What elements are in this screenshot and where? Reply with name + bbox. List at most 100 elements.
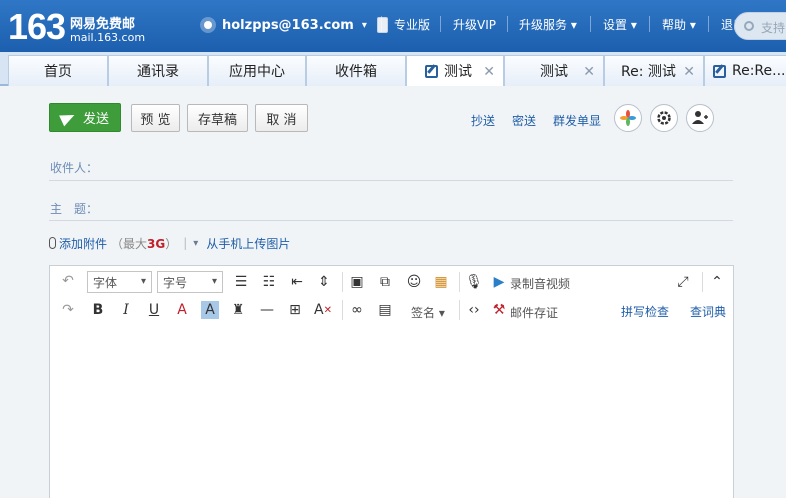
toolbar-divider [702,272,703,292]
cc-link[interactable]: 抄送 [471,112,495,129]
chevron-down-icon[interactable]: ▾ [362,20,367,31]
user-menu[interactable]: holzpps@163.com ▾ [200,15,388,35]
header-divider [507,16,508,32]
user-email[interactable]: holzpps@163.com [222,18,354,33]
gear-icon [657,111,671,125]
flower-icon [620,110,636,126]
cancel-button[interactable]: 取 消 [255,104,308,132]
tab-test[interactable]: 测试 ✕ [504,55,604,86]
close-icon[interactable]: ✕ [483,64,495,80]
settings-button[interactable] [650,104,678,132]
font-size-select[interactable]: 字号 ▾ [157,271,223,293]
logo-url: mail.163.com [70,31,146,44]
signature-dropdown[interactable]: 签名 ▾ [411,304,445,321]
tab-label: 测试 [444,64,472,80]
header-divider [381,16,382,32]
link-upgrade-vip[interactable]: 升级VIP [453,16,496,33]
search-input[interactable]: 支持 [734,12,786,40]
link-settings[interactable]: 设置 ▾ [603,16,637,33]
highlight-icon[interactable]: A [201,301,219,319]
logo-163[interactable]: 163 [8,6,66,48]
edit-icon [425,64,438,78]
bullet-list-icon[interactable]: ☷ [260,273,278,291]
font-family-select[interactable]: 字体 ▾ [87,271,152,293]
upload-from-phone-link[interactable]: 从手机上传图片 [206,235,290,252]
close-icon[interactable]: ✕ [583,64,595,80]
mobile-icon[interactable] [376,17,388,33]
link-upgrade-service[interactable]: 升级服务 ▾ [519,16,577,33]
search-placeholder: 支持 [761,21,786,35]
video-record-icon[interactable]: ▶ [490,273,508,291]
tab-contacts[interactable]: 通讯录 [108,55,208,86]
mail-editor[interactable]: ↶ 字体 ▾ 字号 ▾ ☰ ☷ ⇤ ⇕ ▣ ⧉ ☺ ▦ 🎙 ▶ 录制音视频 ⤢ … [49,265,734,498]
top-header: 163 网易免费邮 mail.163.com holzpps@163.com ▾… [0,0,786,52]
edit-icon [713,64,726,78]
attachment-max-close: ） [165,236,178,251]
redo-icon[interactable]: ↷ [59,301,77,319]
send-separately-link[interactable]: 群发单显 [553,112,601,129]
dictionary-link[interactable]: 查词典 [690,303,726,320]
search-icon [744,21,754,31]
save-draft-button[interactable]: 存草稿 [187,104,248,132]
theme-button[interactable] [614,104,642,132]
tab-inbox[interactable]: 收件箱 [306,55,406,86]
line-height-icon[interactable]: ⇕ [315,273,333,291]
gavel-icon[interactable]: ⚒ [490,301,508,319]
collapse-toolbar-icon[interactable]: ⌃ [708,273,726,291]
attachment-max-value: 3G [147,236,166,251]
tab-label: Re: 测试 [621,64,676,80]
bold-icon[interactable]: B [89,301,107,319]
source-code-icon[interactable]: ‹› [465,301,483,319]
send-label: 发送 [82,112,109,127]
undo-icon[interactable]: ↶ [59,272,77,290]
link-help[interactable]: 帮助 ▾ [662,16,696,33]
template-icon[interactable]: ▦ [432,273,450,291]
add-user-icon [692,111,708,124]
paper-plane-icon [59,109,77,126]
user-icon [200,17,216,33]
calendar-icon[interactable]: ▤ [376,301,394,319]
chevron-down-icon: ▾ [211,276,217,287]
emoji-icon[interactable]: ☺ [405,273,423,291]
link-icon[interactable]: ∞ [348,301,366,319]
link-pro-version[interactable]: 专业版 [394,16,430,33]
tab-re-test[interactable]: Re: 测试 ✕ [604,55,704,86]
tab-label: 应用中心 [229,64,285,80]
tab-label: 测试 [540,64,568,80]
toolbar-divider [342,300,343,320]
send-button[interactable]: 发送 [49,103,121,132]
record-av-label[interactable]: 录制音视频 [510,275,570,292]
link-upgrade-service-label: 升级服务 [519,18,568,32]
chevron-down-icon[interactable]: ▾ [193,238,198,249]
tab-compose-test[interactable]: 测试 ✕ [406,55,504,86]
tab-re-re[interactable]: Re:Re... [704,55,786,86]
horizontal-line-icon[interactable]: — [258,301,276,319]
table-icon[interactable]: ⊞ [286,301,304,319]
tab-app-center[interactable]: 应用中心 [208,55,306,86]
fullscreen-icon[interactable]: ⤢ [674,273,692,291]
spellcheck-link[interactable]: 拼写检查 [621,303,669,320]
clear-format-icon[interactable]: A ✕ [314,301,332,319]
preview-button[interactable]: 预 览 [131,104,180,132]
image-icon[interactable]: ▣ [348,273,366,291]
link-settings-label: 设置 [603,18,628,32]
bcc-link[interactable]: 密送 [512,112,536,129]
toolbar-divider [342,272,343,292]
tab-home[interactable]: 首页 [8,55,108,86]
font-color-icon[interactable]: A [173,301,191,319]
microphone-icon[interactable]: 🎙 [465,273,483,291]
recipient-label: 收件人： [50,161,99,175]
add-contact-button[interactable] [686,104,714,132]
screenshot-icon[interactable]: ⧉ [376,273,394,291]
close-icon[interactable]: ✕ [683,64,695,80]
mail-certify-label[interactable]: 邮件存证 [510,304,558,321]
add-attachment-link[interactable]: 添加附件 [59,235,107,252]
format-brush-icon[interactable]: ♜ [229,301,247,319]
recipient-field[interactable] [49,180,733,181]
tab-label: Re:Re... [732,63,786,79]
subject-field[interactable] [49,220,733,221]
italic-icon[interactable]: I [117,301,135,319]
underline-icon[interactable]: U [145,301,163,319]
align-icon[interactable]: ☰ [232,273,250,291]
indent-icon[interactable]: ⇤ [288,273,306,291]
